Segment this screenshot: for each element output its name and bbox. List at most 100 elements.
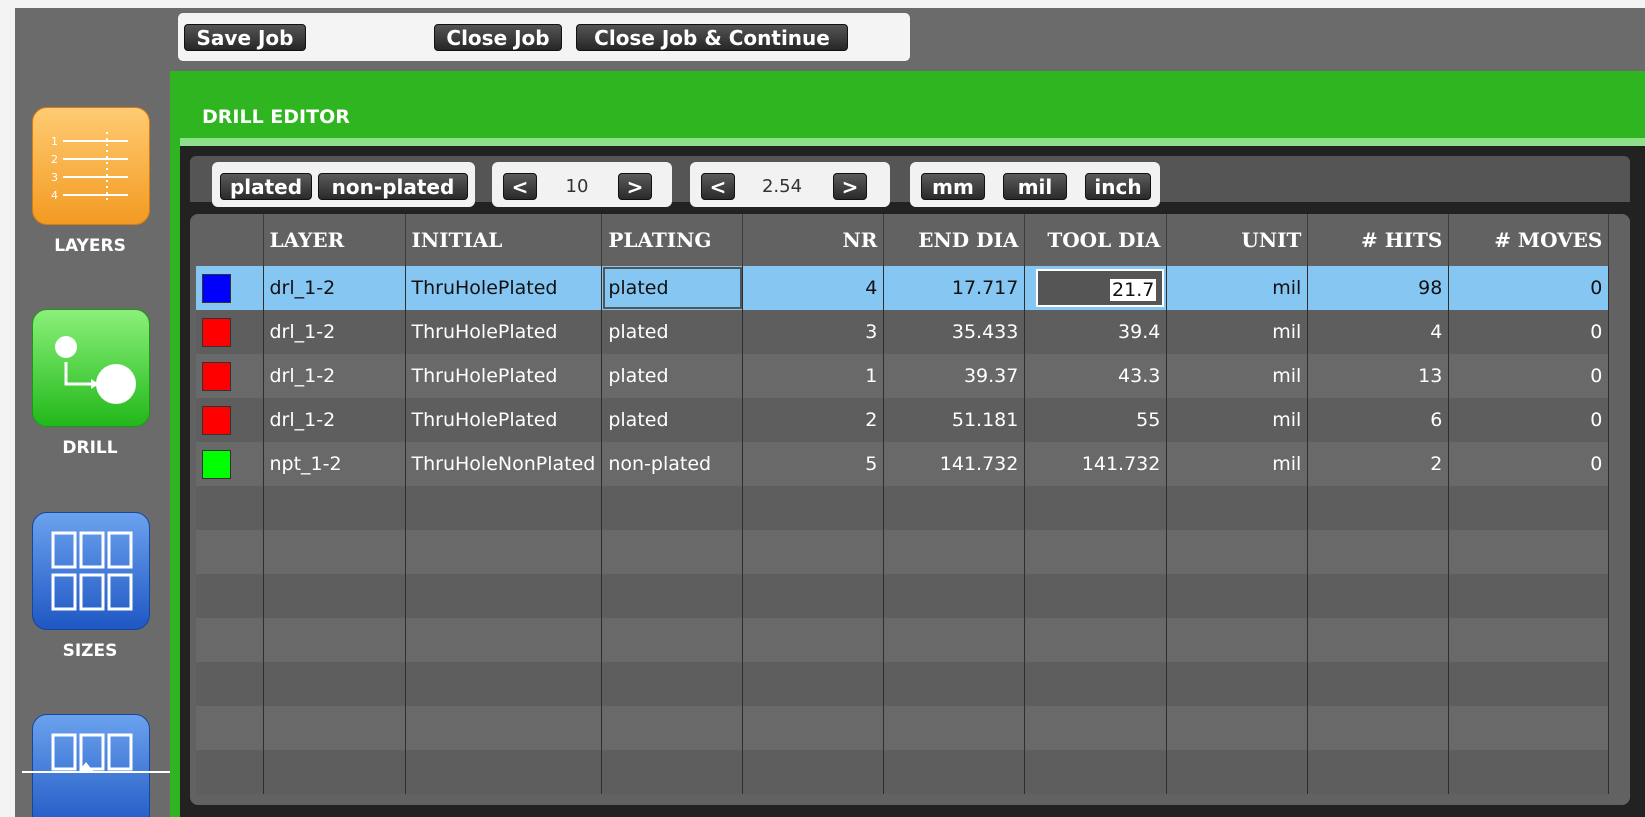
color-swatch[interactable] xyxy=(202,317,231,347)
sidebar-item-layers[interactable]: 1 2 3 4 LAYERS xyxy=(15,8,175,258)
tool-dia-input-value: 21.7 xyxy=(1110,279,1157,301)
color-swatch[interactable] xyxy=(202,449,231,479)
row-color-cell xyxy=(196,266,264,310)
unit-inch-button[interactable]: inch xyxy=(1085,173,1151,200)
column-header-nr[interactable]: NR xyxy=(742,214,885,266)
plating-cell[interactable]: plated xyxy=(601,354,744,398)
tool-dia-cell[interactable]: 43.3 xyxy=(1024,354,1168,398)
row-color-cell xyxy=(196,310,264,354)
non-plated-button[interactable]: non-plated xyxy=(318,173,468,200)
plating-cell[interactable]: plated xyxy=(601,398,744,442)
step-prev-button[interactable]: < xyxy=(701,173,735,200)
table-row[interactable]: drl_1-2 ThruHolePlated plated 1 39.37 43… xyxy=(196,354,1610,398)
column-header-color xyxy=(196,214,264,266)
column-header-end-dia[interactable]: END DIA xyxy=(883,214,1026,266)
nr-cell: 5 xyxy=(742,442,885,486)
save-job-button[interactable]: Save Job xyxy=(184,24,306,51)
drill-editor-panel: DRILL EDITOR plated non-plated < 10 > < … xyxy=(170,71,1645,817)
end-dia-cell: 17.717 xyxy=(883,266,1026,310)
empty-row xyxy=(196,574,1610,618)
sidebar-label-layers: LAYERS xyxy=(54,236,126,256)
panel-title: DRILL EDITOR xyxy=(202,106,350,128)
table-row[interactable]: drl_1-2 ThruHolePlated plated 4 17.717 2… xyxy=(196,266,1610,310)
close-job-button[interactable]: Close Job xyxy=(434,24,562,51)
plating-filter-group: plated non-plated xyxy=(212,162,475,207)
hits-cell: 6 xyxy=(1307,398,1450,442)
color-swatch[interactable] xyxy=(202,273,231,303)
tool-dia-cell[interactable]: 55 xyxy=(1024,398,1168,442)
end-dia-cell: 51.181 xyxy=(883,398,1026,442)
job-toolbar: Save Job Close Job Close Job & Continue xyxy=(178,13,910,61)
sidebar-label-sizes: SIZES xyxy=(62,641,118,661)
initial-cell: ThruHoleNonPlated xyxy=(405,442,603,486)
nr-cell: 4 xyxy=(742,266,885,310)
moves-cell: 0 xyxy=(1448,442,1610,486)
step-stepper: < 2.54 > xyxy=(690,162,890,207)
column-header-plating[interactable]: PLATING xyxy=(601,214,744,266)
layer-cell: npt_1-2 xyxy=(263,442,406,486)
column-header-tool-dia[interactable]: TOOL DIA xyxy=(1024,214,1168,266)
count-prev-button[interactable]: < xyxy=(503,173,537,200)
count-value: 10 xyxy=(565,176,589,197)
moves-cell: 0 xyxy=(1448,310,1610,354)
plating-cell[interactable]: plated xyxy=(601,310,744,354)
sidebar-item-sizes[interactable]: SIZES xyxy=(15,478,175,678)
table-row[interactable]: drl_1-2 ThruHolePlated plated 2 51.181 5… xyxy=(196,398,1610,442)
initial-cell: ThruHolePlated xyxy=(405,310,603,354)
hits-cell: 98 xyxy=(1307,266,1450,310)
unit-cell: mil xyxy=(1166,266,1309,310)
empty-row xyxy=(196,706,1610,750)
layer-cell: drl_1-2 xyxy=(263,354,406,398)
count-stepper: < 10 > xyxy=(492,162,672,207)
sizes-icon[interactable] xyxy=(32,512,150,630)
column-header-unit[interactable]: UNIT xyxy=(1166,214,1309,266)
layer-cell: drl_1-2 xyxy=(263,266,406,310)
column-header-hits[interactable]: # HITS xyxy=(1307,214,1450,266)
color-swatch[interactable] xyxy=(202,405,231,435)
tool-dia-cell[interactable]: 21.7 xyxy=(1024,266,1168,310)
hits-cell: 13 xyxy=(1307,354,1450,398)
column-header-moves[interactable]: # MOVES xyxy=(1448,214,1610,266)
sidebar-item-drill[interactable]: DRILL xyxy=(15,268,175,468)
table-row[interactable]: drl_1-2 ThruHolePlated plated 3 35.433 3… xyxy=(196,310,1610,354)
plating-cell[interactable]: plated xyxy=(601,266,744,310)
column-header-initial[interactable]: INITIAL xyxy=(405,214,603,266)
sidebar-label-drill: DRILL xyxy=(62,438,118,458)
step-value: 2.54 xyxy=(761,176,803,197)
plated-button[interactable]: plated xyxy=(220,173,312,200)
color-swatch[interactable] xyxy=(202,361,231,391)
close-job-continue-button[interactable]: Close Job & Continue xyxy=(576,24,848,51)
row-color-cell xyxy=(196,398,264,442)
plating-cell[interactable]: non-plated xyxy=(601,442,744,486)
tool-dia-cell[interactable]: 141.732 xyxy=(1024,442,1168,486)
tool-dia-input[interactable]: 21.7 xyxy=(1036,269,1165,307)
count-next-button[interactable]: > xyxy=(618,173,652,200)
table-header-row: LAYER INITIAL PLATING NR END DIA TOOL DI… xyxy=(196,214,1610,266)
moves-cell: 0 xyxy=(1448,266,1610,310)
tool-dia-cell[interactable]: 39.4 xyxy=(1024,310,1168,354)
end-dia-cell: 39.37 xyxy=(883,354,1026,398)
sidebar-item-more[interactable] xyxy=(15,698,175,817)
scroll-up-icon[interactable] xyxy=(79,762,93,771)
drill-icon[interactable] xyxy=(32,309,150,427)
empty-row xyxy=(196,530,1610,574)
step-next-button[interactable]: > xyxy=(833,173,867,200)
layers-icon[interactable]: 1 2 3 4 xyxy=(32,107,150,225)
unit-mm-button[interactable]: mm xyxy=(921,173,985,200)
hits-cell: 4 xyxy=(1307,310,1450,354)
unit-mil-button[interactable]: mil xyxy=(1003,173,1067,200)
unit-group: mm mil inch xyxy=(910,162,1160,207)
table-row[interactable]: npt_1-2 ThruHoleNonPlated non-plated 5 1… xyxy=(196,442,1610,486)
sidebar-divider xyxy=(22,771,170,773)
editor-controls: plated non-plated < 10 > < 2.54 > mm mil… xyxy=(190,156,1630,207)
column-header-layer[interactable]: LAYER xyxy=(263,214,406,266)
empty-row xyxy=(196,750,1610,794)
initial-cell: ThruHolePlated xyxy=(405,398,603,442)
layer-number-label: 3 xyxy=(51,171,58,184)
row-color-cell xyxy=(196,442,264,486)
moves-cell: 0 xyxy=(1448,354,1610,398)
empty-row xyxy=(196,618,1610,662)
drill-table-container: LAYER INITIAL PLATING NR END DIA TOOL DI… xyxy=(190,214,1630,805)
row-color-cell xyxy=(196,354,264,398)
editor-body: plated non-plated < 10 > < 2.54 > mm mil… xyxy=(180,146,1645,817)
